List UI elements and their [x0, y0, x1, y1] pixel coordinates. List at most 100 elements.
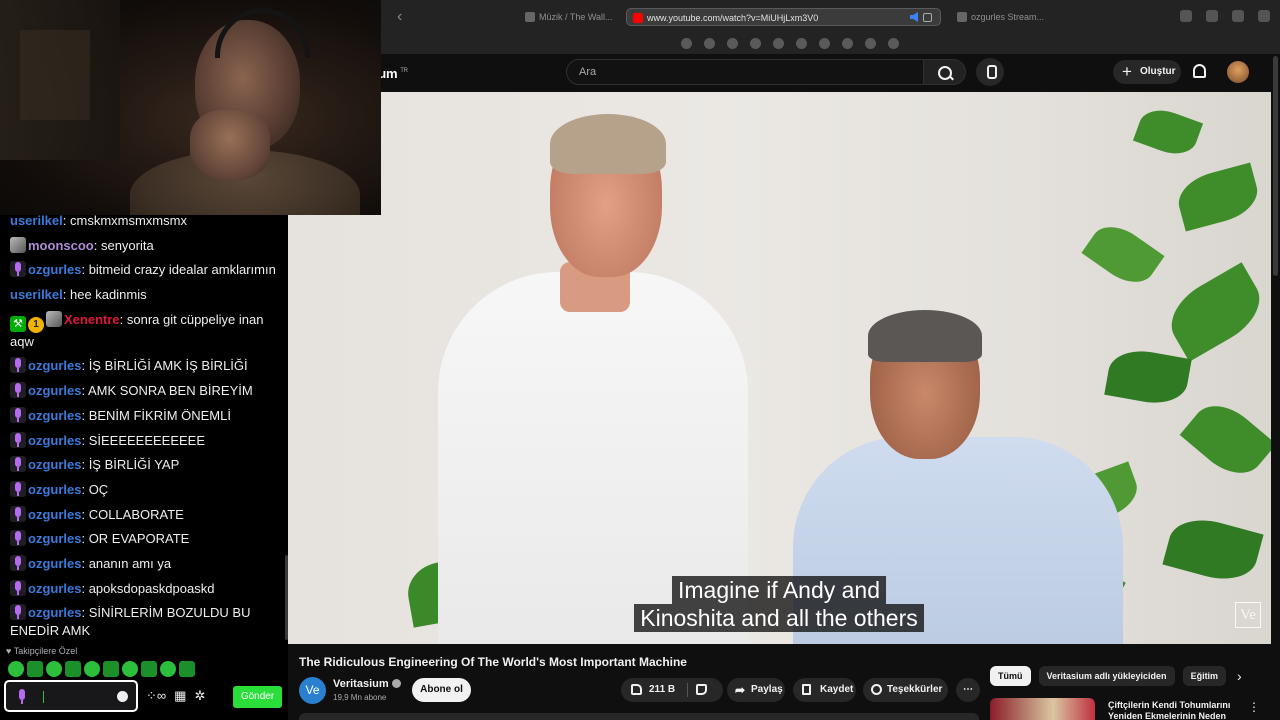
microphone-badge-icon[interactable]: [10, 382, 26, 399]
description-box[interactable]: [299, 713, 979, 720]
emote-icon[interactable]: [65, 661, 81, 677]
chat-username[interactable]: ozgurles: [28, 433, 81, 448]
emote-icon[interactable]: [141, 661, 157, 677]
save-button[interactable]: Kaydet: [793, 678, 856, 702]
microphone-badge-icon[interactable]: [10, 406, 26, 423]
microphone-badge-icon[interactable]: [10, 604, 26, 621]
chat-username[interactable]: ozgurles: [28, 457, 81, 472]
bookmark-icon[interactable]: [727, 38, 738, 49]
link-icon[interactable]: ⁘∞: [146, 688, 166, 704]
bookmark-icon[interactable]: [681, 38, 692, 49]
tab-youtube[interactable]: www.youtube.com/watch?v=MiUHjLxm3V0: [626, 8, 941, 26]
microphone-badge-icon[interactable]: [10, 431, 26, 448]
page-scrollbar[interactable]: [1271, 54, 1280, 720]
microphone-badge-icon[interactable]: [10, 554, 26, 571]
emoji-picker-icon[interactable]: [117, 691, 128, 702]
recommended-video-thumbnail[interactable]: [990, 698, 1095, 720]
back-icon[interactable]: ‹: [397, 8, 402, 26]
emote-icon[interactable]: [8, 661, 24, 677]
bookmark-icon[interactable]: [704, 38, 715, 49]
bookmark-icon[interactable]: [819, 38, 830, 49]
recommended-video-title[interactable]: Çiftçilerin Kendi Tohumlarını Yeniden Ek…: [1108, 700, 1233, 720]
emote-icon[interactable]: [160, 661, 176, 677]
chip-education[interactable]: Eğitim: [1182, 666, 1227, 686]
bookmark-icon[interactable]: [773, 38, 784, 49]
microphone-badge-icon[interactable]: [10, 530, 26, 547]
search-icon[interactable]: [924, 59, 966, 85]
tab-stream[interactable]: ozgurles Stream...: [951, 8, 1048, 26]
chat-username[interactable]: Xenentre: [64, 312, 120, 327]
bookmark-icon[interactable]: [750, 38, 761, 49]
verified-icon: [391, 679, 401, 688]
emote-icon[interactable]: [122, 661, 138, 677]
chat-username[interactable]: ozgurles: [28, 482, 81, 497]
extension-icon[interactable]: [1180, 10, 1192, 22]
chat-username[interactable]: ozgurles: [28, 556, 81, 571]
channel-avatar[interactable]: Ve: [299, 677, 326, 704]
moderator-badge-icon[interactable]: ⚒: [10, 315, 26, 332]
subscribe-button[interactable]: Abone ol: [412, 678, 471, 702]
bookmark-icon[interactable]: [865, 38, 876, 49]
account-avatar[interactable]: [1227, 61, 1249, 83]
browser-toolbar: ‹ Müzik / The Wall... www.youtube.com/wa…: [381, 0, 1280, 54]
emote-icon[interactable]: [46, 661, 62, 677]
bookmark-icon[interactable]: [796, 38, 807, 49]
microphone-badge-icon[interactable]: [10, 505, 26, 522]
send-button[interactable]: Gönder: [233, 686, 282, 708]
chat-input[interactable]: [4, 680, 138, 712]
emote-icon[interactable]: [84, 661, 100, 677]
tab-overview-icon[interactable]: [1258, 10, 1270, 22]
tab-music[interactable]: Müzik / The Wall...: [519, 8, 617, 26]
voice-search-icon[interactable]: [976, 58, 1004, 86]
chat-username[interactable]: ozgurles: [28, 358, 81, 373]
new-tab-icon[interactable]: [1232, 10, 1244, 22]
subscriber-count: 19,9 Mn abone: [333, 693, 387, 702]
microphone-badge-icon[interactable]: [10, 357, 26, 374]
microphone-badge-icon[interactable]: [10, 579, 26, 596]
emote-icon[interactable]: [179, 661, 195, 677]
notifications-bell-icon[interactable]: [1193, 64, 1206, 78]
like-count[interactable]: 211 B: [649, 678, 675, 702]
create-button[interactable]: + Oluştur: [1113, 60, 1181, 84]
reader-icon[interactable]: [923, 13, 932, 22]
more-actions-button[interactable]: ⋯: [956, 678, 980, 702]
chat-username[interactable]: ozgurles: [28, 531, 81, 546]
chat-username[interactable]: userilkel: [10, 287, 63, 302]
chevron-right-icon[interactable]: ›: [1237, 668, 1242, 684]
kebab-menu-icon[interactable]: ⋮: [1248, 700, 1260, 714]
chat-username[interactable]: ozgurles: [28, 408, 81, 423]
chat-message-text: : bitmeid crazy idealar amklarımın: [81, 262, 276, 278]
channel-name[interactable]: Veritasium: [333, 678, 401, 690]
thumbs-up-icon[interactable]: [631, 684, 642, 695]
chat-message-text: : senyorita: [93, 237, 154, 253]
chat-username[interactable]: moonscoo: [28, 238, 94, 253]
profile-badge-icon[interactable]: [10, 236, 26, 253]
chat-username[interactable]: ozgurles: [28, 581, 81, 596]
microphone-badge-icon[interactable]: [10, 261, 26, 278]
chat-username[interactable]: ozgurles: [28, 383, 81, 398]
chat-username[interactable]: ozgurles: [28, 605, 81, 620]
thumbs-down-icon[interactable]: [696, 684, 707, 695]
subscriber-badge-icon[interactable]: 1: [28, 316, 44, 333]
microphone-badge-icon[interactable]: [10, 456, 26, 473]
share-button[interactable]: ➦ Paylaş: [727, 678, 785, 702]
chat-username[interactable]: userilkel: [10, 213, 63, 228]
chip-from-uploader[interactable]: Veritasium adlı yükleyiciden: [1038, 666, 1175, 686]
store-icon[interactable]: ▦: [174, 688, 186, 704]
channel-watermark[interactable]: Ve: [1235, 602, 1261, 628]
bookmark-icon[interactable]: [842, 38, 853, 49]
bookmark-icon[interactable]: [888, 38, 899, 49]
chat-username[interactable]: ozgurles: [28, 262, 81, 277]
audio-playing-icon[interactable]: [910, 12, 918, 22]
thanks-button[interactable]: Teşekkürler: [863, 678, 948, 702]
chip-all[interactable]: Tümü: [990, 666, 1031, 686]
search-input[interactable]: Ara: [566, 59, 924, 85]
settings-icon[interactable]: ✲: [194, 688, 205, 704]
microphone-badge-icon[interactable]: [10, 480, 26, 497]
chat-username[interactable]: ozgurles: [28, 507, 81, 522]
video-player[interactable]: Imagine if Andy and Kinoshita and all th…: [288, 92, 1271, 644]
share-icon[interactable]: [1206, 10, 1218, 22]
emote-icon[interactable]: [103, 661, 119, 677]
profile-badge-icon[interactable]: [46, 310, 62, 327]
emote-icon[interactable]: [27, 661, 43, 677]
